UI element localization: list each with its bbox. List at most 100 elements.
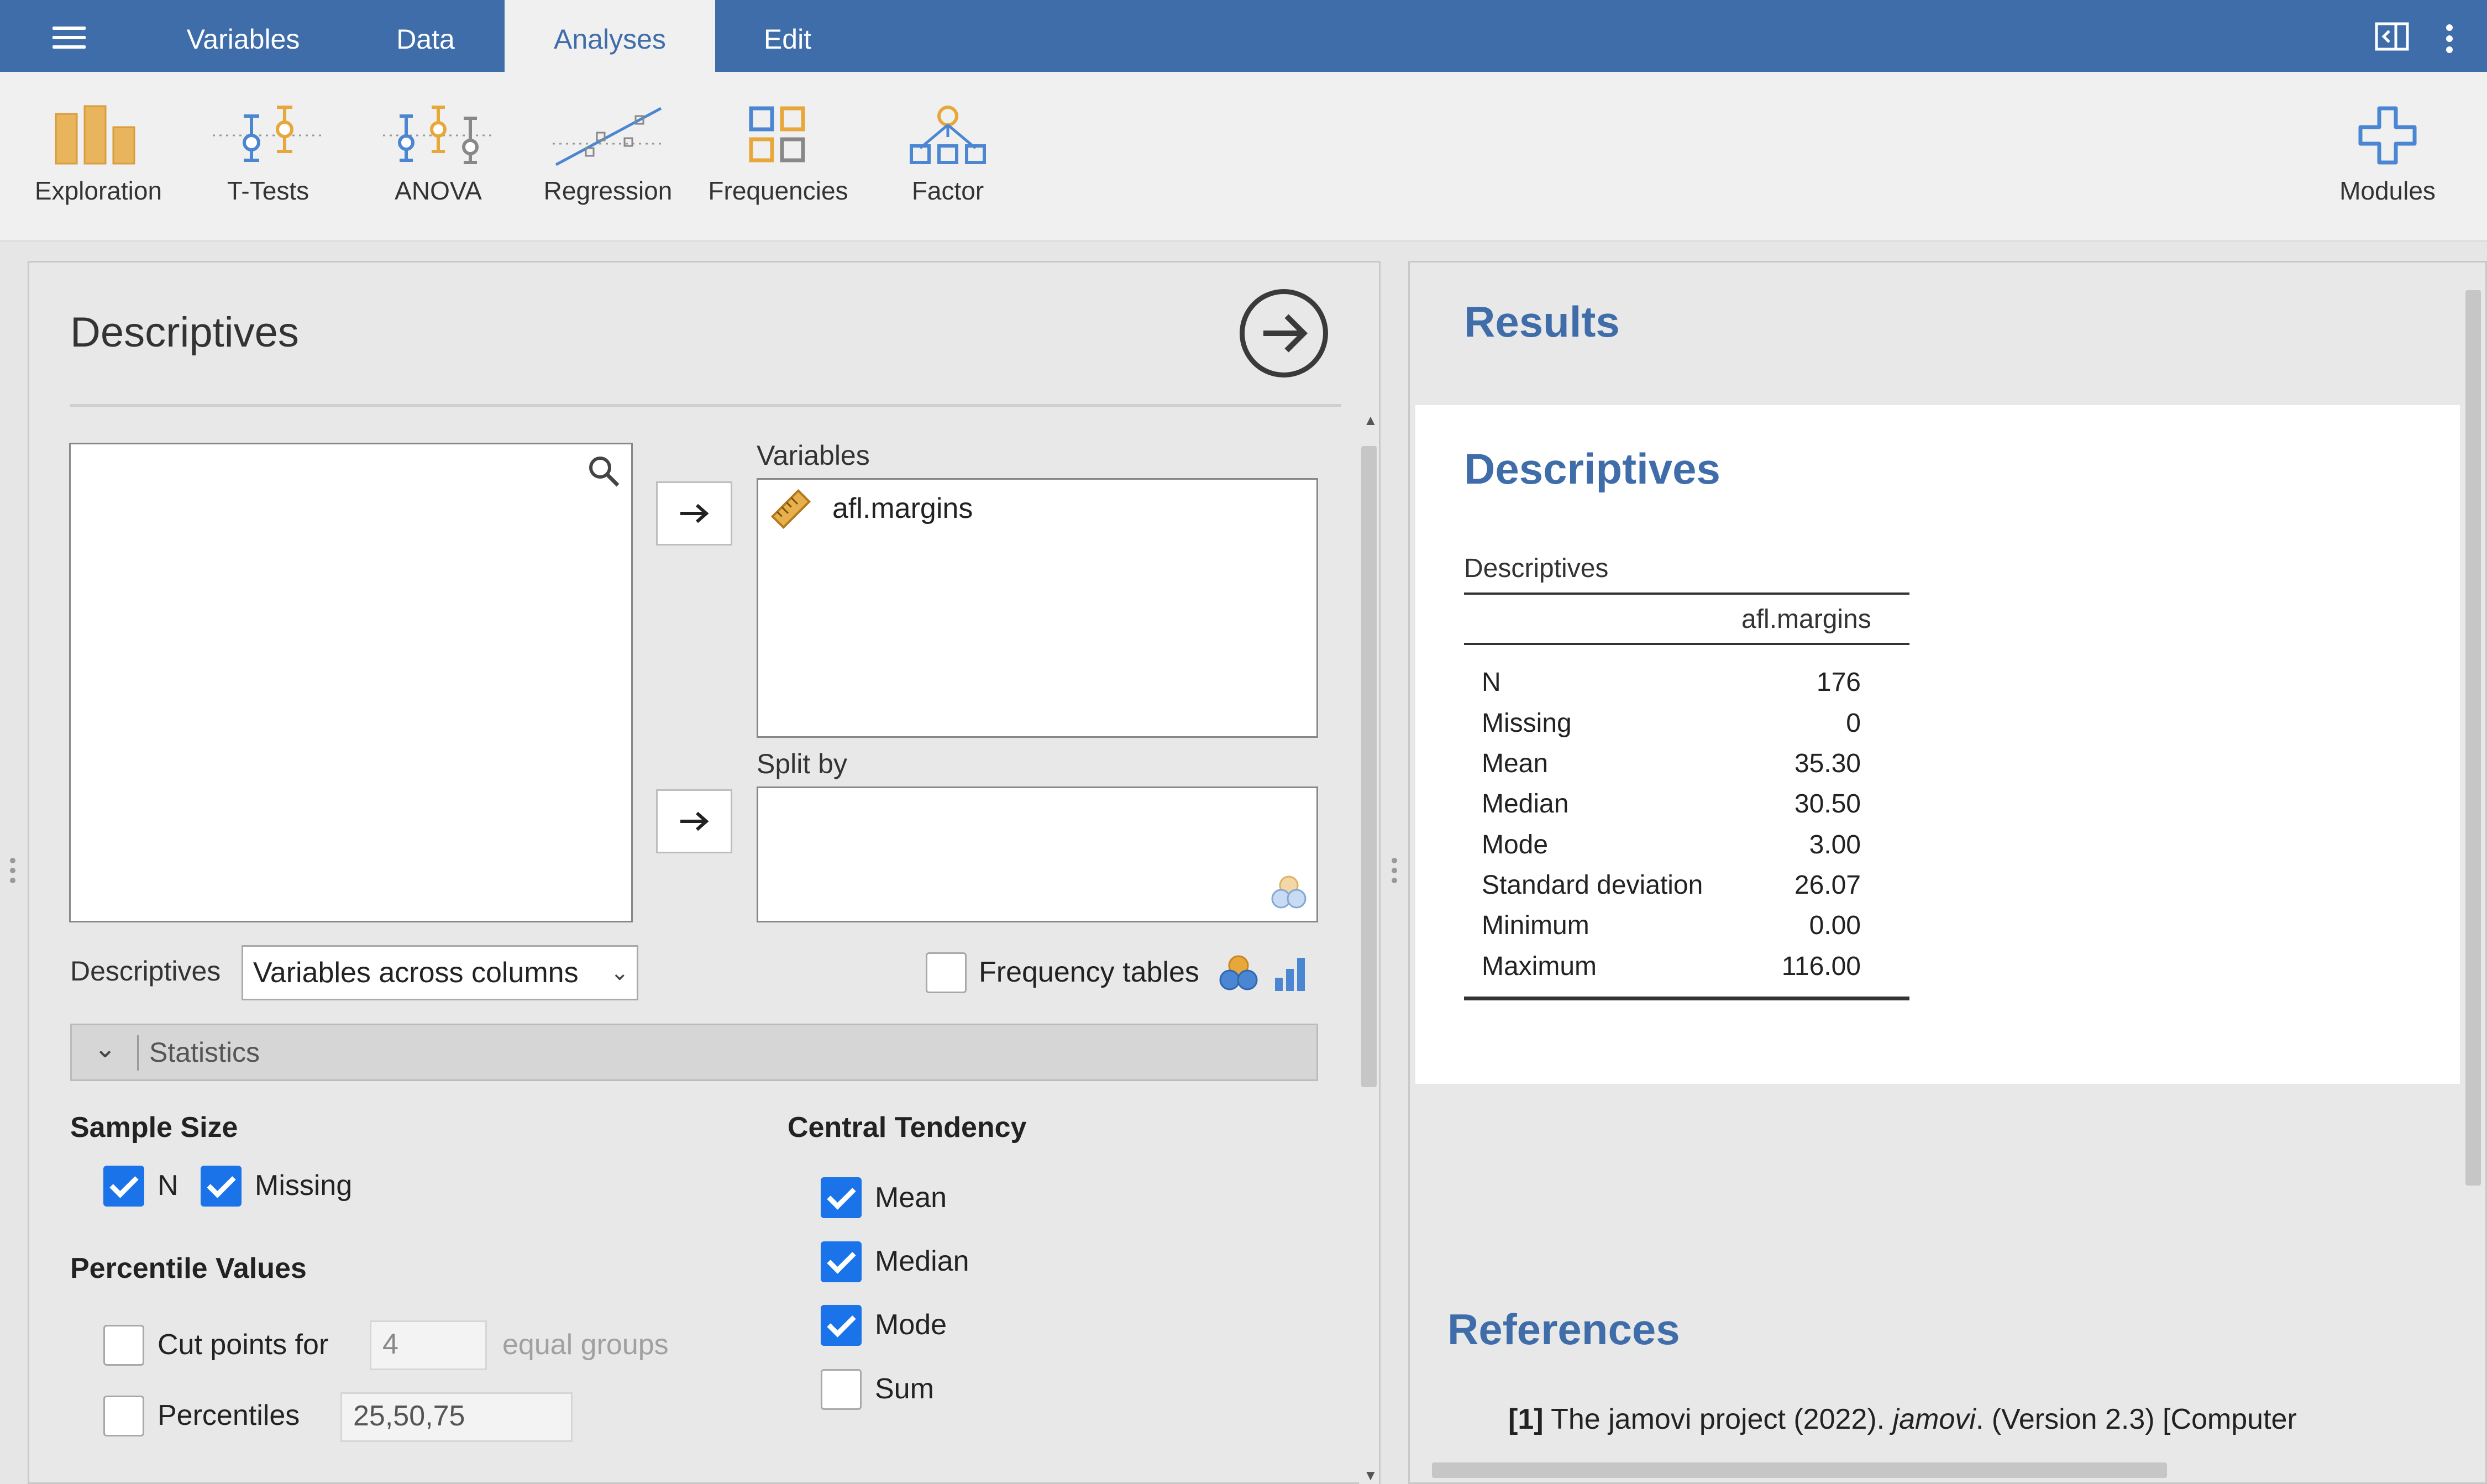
- sum-label: Sum: [875, 1373, 934, 1405]
- cut-points-label: Cut points for: [158, 1329, 329, 1361]
- analyses-ribbon: Exploration T-Tests ANOVA Regression Fre…: [0, 72, 2487, 242]
- references-title: References: [1447, 1305, 1680, 1354]
- ribbon-regression[interactable]: Regression: [525, 105, 691, 206]
- results-horizontal-scrollbar[interactable]: [1410, 1458, 2460, 1482]
- panel-splitter-left[interactable]: [10, 858, 15, 888]
- table-title: Descriptives: [1464, 554, 1609, 583]
- regression-icon: [553, 107, 663, 166]
- hamburger-menu-icon[interactable]: [53, 27, 86, 49]
- percentiles-label: Percentiles: [158, 1399, 300, 1431]
- options-title: Descriptives: [70, 309, 299, 356]
- table-row-value: 26.07: [1794, 871, 1861, 900]
- median-checkbox[interactable]: [821, 1241, 862, 1282]
- more-options-icon[interactable]: [2444, 24, 2455, 56]
- results-vertical-scrollbar[interactable]: [2461, 263, 2485, 1465]
- sample-size-title: Sample Size: [70, 1111, 238, 1144]
- table-row-label: Median: [1482, 789, 1569, 819]
- cut-points-checkbox[interactable]: [103, 1325, 144, 1366]
- missing-checkbox[interactable]: [201, 1166, 242, 1207]
- table-row-value: 35.30: [1794, 749, 1861, 778]
- t-tests-icon: [213, 106, 323, 162]
- tab-variables[interactable]: Variables: [166, 0, 321, 72]
- percentiles-input[interactable]: 25,50,75: [340, 1392, 573, 1442]
- arrow-right-icon: [1263, 314, 1308, 353]
- search-icon[interactable]: [587, 454, 621, 489]
- table-column-header: afl.margins: [1741, 605, 1871, 634]
- frequencies-icon: [749, 106, 805, 162]
- median-label: Median: [875, 1245, 969, 1277]
- splitby-label: Split by: [757, 748, 847, 779]
- reference-number: [1]: [1508, 1403, 1544, 1435]
- tab-analyses[interactable]: Analyses: [505, 0, 715, 72]
- tab-edit[interactable]: Edit: [752, 0, 823, 72]
- n-checkbox[interactable]: [103, 1166, 144, 1207]
- mode-label: Mode: [875, 1309, 947, 1341]
- table-row-value: 3.00: [1809, 830, 1861, 859]
- results-vertical-scrollbar-thumb[interactable]: [2465, 290, 2481, 1186]
- variable-name: afl.margins: [832, 492, 973, 525]
- splitby-target-list[interactable]: [757, 786, 1318, 922]
- ribbon-exploration[interactable]: Exploration: [15, 105, 181, 206]
- statistics-section-title: Statistics: [149, 1037, 260, 1068]
- table-row-value: 0.00: [1809, 911, 1861, 940]
- move-to-splitby-button[interactable]: [656, 789, 732, 853]
- table-row-label: Minimum: [1482, 911, 1589, 940]
- options-scrollbar-thumb[interactable]: [1361, 446, 1377, 1087]
- percentile-values-title: Percentile Values: [70, 1252, 307, 1284]
- exploration-icon: [55, 105, 135, 165]
- n-label: N: [158, 1170, 179, 1202]
- nominal-variable-icon: [1219, 955, 1258, 990]
- ordinal-variable-icon: [1275, 958, 1305, 991]
- mode-checkbox[interactable]: [821, 1305, 862, 1346]
- table-row-label: N: [1482, 668, 1501, 697]
- tab-data[interactable]: Data: [376, 0, 475, 72]
- descriptives-result-card[interactable]: Descriptives Descriptives afl.margins N …: [1415, 405, 2460, 1084]
- factor-icon: [910, 106, 986, 164]
- arrow-right-icon: [680, 811, 709, 831]
- results-mode-icon[interactable]: [2375, 22, 2409, 54]
- ribbon-frequencies[interactable]: Frequencies: [695, 105, 861, 206]
- move-to-variables-button[interactable]: [656, 481, 732, 546]
- missing-label: Missing: [255, 1170, 353, 1202]
- cut-points-input[interactable]: 4: [370, 1320, 487, 1370]
- table-row-label: Standard deviation: [1482, 871, 1703, 900]
- results-horizontal-scrollbar-thumb[interactable]: [1432, 1462, 2167, 1478]
- ribbon-anova[interactable]: ANOVA: [355, 105, 521, 206]
- table-row-label: Mode: [1482, 830, 1549, 859]
- statistics-section-header[interactable]: ⌄ Statistics: [70, 1024, 1318, 1081]
- sum-checkbox[interactable]: [821, 1369, 862, 1410]
- run-arrow-button[interactable]: [1240, 289, 1328, 377]
- anova-icon: [383, 106, 494, 164]
- ribbon-factor[interactable]: Factor: [865, 105, 1031, 206]
- results-panel: Results Descriptives Descriptives afl.ma…: [1408, 261, 2487, 1484]
- variables-target-list[interactable]: afl.margins: [757, 478, 1318, 738]
- mean-checkbox[interactable]: [821, 1177, 862, 1218]
- table-row-value: 116.00: [1781, 952, 1861, 981]
- title-divider: [70, 404, 1341, 407]
- descriptives-layout-select[interactable]: Variables across columns ⌄: [242, 945, 638, 1000]
- results-section-title: Descriptives: [1464, 444, 1720, 493]
- ribbon-t-tests[interactable]: T-Tests: [185, 105, 351, 206]
- options-panel: Descriptives Variables afl.margins Split…: [28, 261, 1381, 1484]
- table-row-label: Missing: [1482, 709, 1572, 738]
- percentiles-checkbox[interactable]: [103, 1396, 144, 1436]
- scroll-down-icon[interactable]: ▼: [1363, 1467, 1378, 1484]
- chevron-down-icon: ⌄: [610, 961, 629, 985]
- equal-groups-label: equal groups: [502, 1329, 669, 1361]
- descriptives-layout-label: Descriptives: [70, 956, 221, 987]
- table-row-label: Maximum: [1482, 952, 1597, 981]
- scroll-up-icon[interactable]: ▲: [1363, 412, 1378, 429]
- results-title: Results: [1464, 297, 1620, 346]
- ribbon-modules[interactable]: Modules: [2305, 105, 2470, 206]
- options-scrollbar[interactable]: ▲ ▼: [1359, 412, 1379, 1484]
- ruler-continuous-icon: [770, 489, 811, 529]
- table-row-value: 0: [1846, 709, 1861, 738]
- frequency-tables-checkbox[interactable]: [926, 952, 967, 993]
- nominal-variable-icon: [1271, 875, 1307, 909]
- reference-item[interactable]: [1] The jamovi project (2022). jamovi. (…: [1508, 1403, 2297, 1436]
- top-bar: Variables Data Analyses Edit: [0, 0, 2487, 72]
- available-variables-list[interactable]: [69, 443, 633, 922]
- panel-splitter-right[interactable]: [1392, 858, 1397, 888]
- central-tendency-title: Central Tendency: [788, 1111, 1027, 1144]
- reference-version: . (Version 2.3) [Computer: [1975, 1403, 2297, 1435]
